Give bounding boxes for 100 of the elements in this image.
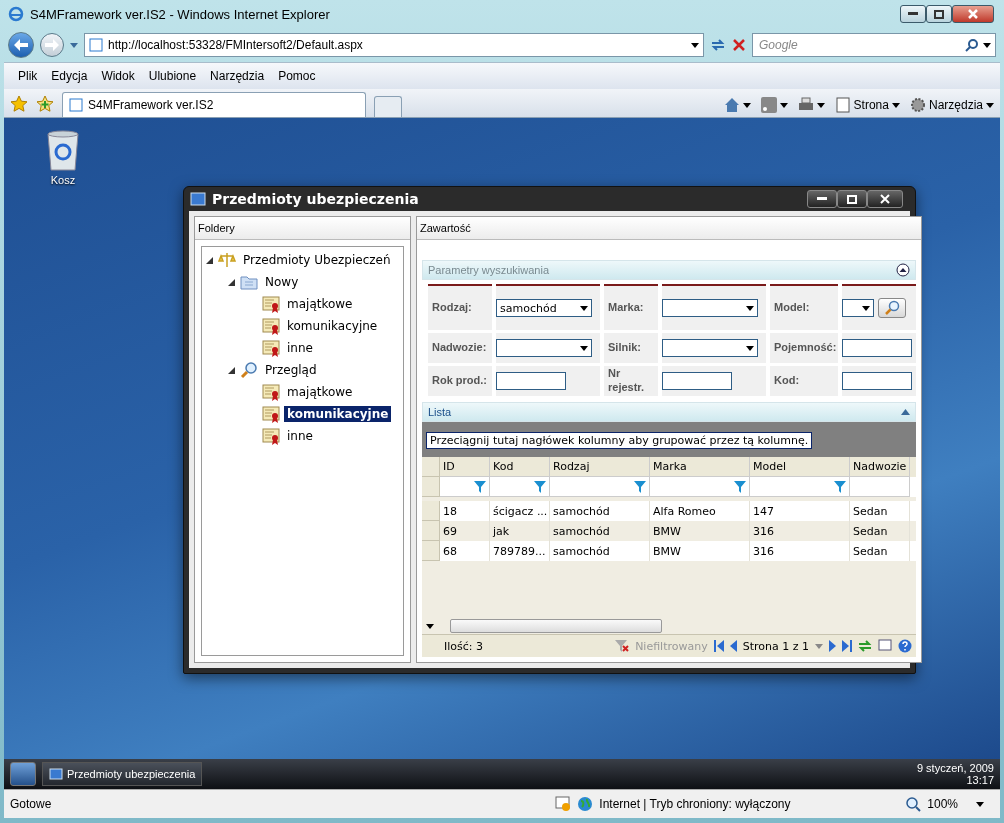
search-icon bbox=[884, 300, 900, 316]
tree-item[interactable]: majątkowe bbox=[284, 384, 356, 400]
table-cell: Sedan bbox=[850, 541, 910, 561]
column-header[interactable]: Nadwozie bbox=[850, 457, 910, 477]
caret-icon bbox=[976, 801, 984, 807]
scrollbar-thumb[interactable] bbox=[450, 619, 662, 633]
search-field[interactable]: Google bbox=[752, 33, 996, 57]
table-cell: 68 bbox=[440, 541, 490, 561]
panel-title: Lista bbox=[428, 406, 452, 418]
toolbar-button[interactable]: Narzędzia bbox=[909, 97, 994, 113]
input-field[interactable] bbox=[842, 372, 912, 390]
time-text: 13:17 bbox=[966, 774, 994, 786]
address-field[interactable]: http://localhost:53328/FMIntersoft2/Default.aspx bbox=[84, 33, 704, 57]
tree-item[interactable]: majątkowe bbox=[284, 296, 356, 312]
add-favorite-icon bbox=[36, 95, 54, 113]
caret-icon bbox=[983, 42, 991, 48]
column-header[interactable]: ID bbox=[440, 457, 490, 477]
caret-icon bbox=[779, 102, 788, 108]
star-icon bbox=[10, 95, 28, 113]
close-icon bbox=[968, 9, 978, 19]
input-field[interactable] bbox=[662, 372, 732, 390]
browser-tab[interactable]: S4MFramework ver.IS2 bbox=[62, 92, 366, 117]
zoom-level[interactable]: 100% bbox=[927, 797, 958, 811]
filter-cell[interactable] bbox=[650, 477, 750, 497]
tree-item[interactable]: Przegląd bbox=[262, 362, 320, 378]
column-header[interactable]: Marka bbox=[650, 457, 750, 477]
filter-icon bbox=[834, 480, 846, 493]
menu-item[interactable]: Pomoc bbox=[278, 69, 316, 83]
filter-icon bbox=[534, 480, 546, 493]
menu-item[interactable]: Narzędzia bbox=[210, 69, 265, 83]
caret-icon bbox=[426, 623, 434, 629]
globe-icon bbox=[577, 796, 594, 812]
field-label: Kod: bbox=[770, 366, 838, 396]
maximize-icon bbox=[934, 9, 944, 19]
maximize-button[interactable] bbox=[926, 5, 952, 23]
close-button[interactable] bbox=[867, 190, 903, 208]
tree-item[interactable]: inne bbox=[284, 340, 316, 356]
maximize-icon bbox=[847, 194, 857, 204]
filter-cell[interactable] bbox=[750, 477, 850, 497]
menu-item[interactable]: Ulubione bbox=[148, 69, 197, 83]
dropdown[interactable] bbox=[842, 299, 874, 317]
menu-item[interactable]: Widok bbox=[101, 69, 135, 83]
minimize-button[interactable] bbox=[807, 190, 837, 208]
back-button[interactable] bbox=[8, 32, 34, 58]
tree-item[interactable]: komunikacyjne bbox=[284, 318, 381, 334]
zoom-icon bbox=[905, 796, 922, 812]
filter-cell[interactable] bbox=[550, 477, 650, 497]
toolbar-button[interactable] bbox=[723, 97, 751, 113]
toolbar-button[interactable]: Strona bbox=[834, 97, 900, 113]
dropdown[interactable] bbox=[662, 299, 758, 317]
filter-icon bbox=[474, 480, 486, 493]
toolbar-button[interactable] bbox=[760, 97, 788, 113]
certificate-icon bbox=[262, 427, 280, 445]
dropdown[interactable]: samochód bbox=[496, 299, 592, 317]
recycle-bin-icon bbox=[45, 130, 81, 172]
previous-page-icon bbox=[729, 640, 737, 652]
toolbar-button[interactable] bbox=[797, 97, 825, 113]
caret-icon bbox=[580, 345, 588, 351]
taskbar-item[interactable]: Przedmioty ubezpieczenia bbox=[42, 762, 203, 786]
collapse-icon bbox=[901, 409, 910, 415]
desktop-icon-label[interactable]: Kosz bbox=[50, 174, 76, 186]
tree-item[interactable]: komunikacyjne bbox=[284, 406, 392, 422]
column-header[interactable]: Kod bbox=[490, 457, 550, 477]
forward-button[interactable] bbox=[40, 33, 64, 57]
input-field[interactable] bbox=[496, 372, 566, 390]
tree-item[interactable]: inne bbox=[284, 428, 316, 444]
scales-icon bbox=[218, 251, 236, 269]
page-icon bbox=[69, 98, 83, 112]
maximize-button[interactable] bbox=[837, 190, 867, 208]
tree-item[interactable]: Nowy bbox=[262, 274, 302, 290]
filter-cell[interactable] bbox=[850, 477, 910, 497]
panel-title: Parametry wyszukiwania bbox=[428, 264, 550, 276]
minimize-button[interactable] bbox=[900, 5, 926, 23]
filter-cell[interactable] bbox=[490, 477, 550, 497]
page-icon bbox=[89, 38, 103, 52]
start-button[interactable] bbox=[10, 762, 36, 786]
menu-item[interactable]: Plik bbox=[18, 69, 38, 83]
input-field[interactable] bbox=[842, 339, 912, 357]
filter-status: Niefiltrowany bbox=[635, 639, 708, 653]
caret-icon bbox=[986, 102, 994, 108]
refresh-icon bbox=[858, 639, 872, 653]
certificate-icon bbox=[262, 383, 280, 401]
column-header[interactable]: Rodzaj bbox=[550, 457, 650, 477]
tree-item[interactable]: Przedmioty Ubezpieczeń bbox=[240, 252, 394, 268]
filter-cell[interactable] bbox=[440, 477, 490, 497]
first-page-icon bbox=[713, 640, 724, 652]
last-page-icon bbox=[842, 640, 852, 652]
caret-icon bbox=[746, 345, 754, 351]
field-label: Nadwozie: bbox=[428, 333, 492, 363]
page-indicator[interactable]: Strona 1 z 1 bbox=[742, 639, 809, 653]
caret-icon bbox=[891, 102, 900, 108]
field-label: Silnik: bbox=[604, 333, 658, 363]
menu-item[interactable]: Edycja bbox=[51, 69, 88, 83]
expand-arrow-icon bbox=[228, 278, 235, 286]
search-button[interactable] bbox=[878, 298, 906, 318]
close-button[interactable] bbox=[952, 5, 994, 23]
dropdown[interactable] bbox=[662, 339, 758, 357]
column-header[interactable]: Model bbox=[750, 457, 850, 477]
dropdown[interactable] bbox=[496, 339, 592, 357]
caret-icon bbox=[580, 305, 588, 311]
